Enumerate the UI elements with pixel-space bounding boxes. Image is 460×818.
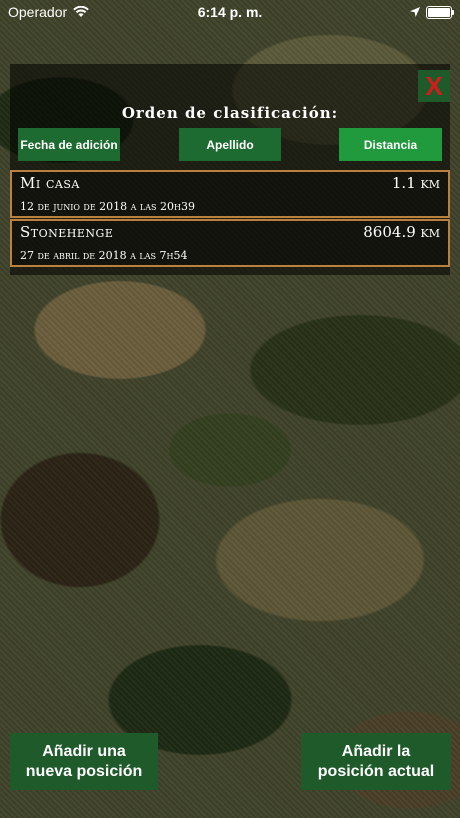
- add-new-position-button[interactable]: Añadir una nueva posición: [10, 733, 158, 790]
- close-icon: X: [425, 70, 443, 101]
- sort-by-distance-label: Distancia: [363, 137, 418, 152]
- position-row-mi-casa[interactable]: Mi casa 1.1 km 12 de junio de 2018 a las…: [10, 170, 450, 218]
- add-current-position-label: Añadir la posición actual: [317, 742, 435, 780]
- position-distance: 1.1 km: [391, 174, 440, 192]
- sort-by-name-label: Apellido: [206, 137, 254, 152]
- position-distance: 8604.9 km: [363, 223, 440, 241]
- position-date: 27 de abril de 2018 a las 7h54: [20, 249, 188, 262]
- sort-by-date-button[interactable]: Fecha de adición: [18, 128, 120, 161]
- close-button[interactable]: X: [418, 70, 450, 102]
- add-new-position-label: Añadir una nueva posición: [25, 742, 143, 780]
- status-time: 6:14 p. m.: [197, 4, 263, 20]
- position-name: Mi casa: [20, 174, 80, 192]
- position-date: 12 de junio de 2018 a las 20h39: [20, 200, 195, 213]
- position-row-stonehenge[interactable]: Stonehenge 8604.9 km 27 de abril de 2018…: [10, 219, 450, 267]
- sort-by-distance-button[interactable]: Distancia: [339, 128, 442, 161]
- sort-by-name-button[interactable]: Apellido: [179, 128, 281, 161]
- position-name: Stonehenge: [20, 223, 114, 241]
- sort-title: Orden de clasificación:: [121, 104, 339, 122]
- add-current-position-button[interactable]: Añadir la posición actual: [301, 733, 451, 790]
- sort-by-date-label: Fecha de adición: [20, 137, 118, 152]
